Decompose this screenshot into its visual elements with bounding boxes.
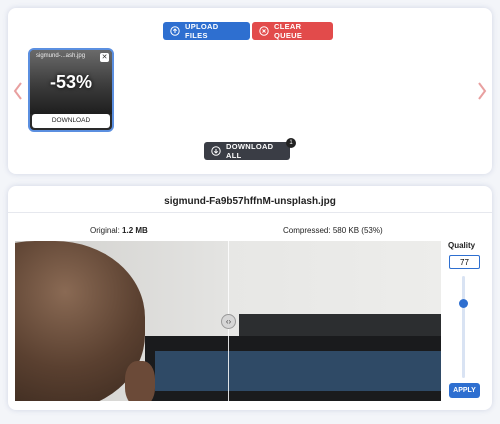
original-label: Original: (90, 226, 120, 235)
clear-queue-button[interactable]: CLEAR QUEUE (252, 22, 333, 40)
original-size-value: 1.2 MB (122, 226, 148, 235)
download-all-button[interactable]: DOWNLOAD ALL (204, 142, 290, 160)
download-count-badge: 1 (286, 138, 296, 148)
chevron-right-icon[interactable] (476, 81, 488, 101)
divider (8, 212, 492, 213)
photo-screen (155, 351, 441, 391)
compressed-size-stat: Compressed: 580 KB (53%) (283, 226, 383, 235)
upload-files-button[interactable]: UPLOAD FILES (163, 22, 250, 40)
queue-item-thumbnail[interactable]: sigmund-...ash.jpg ✕ -53% DOWNLOAD (28, 48, 114, 132)
queue-panel: UPLOAD FILES CLEAR QUEUE sigmund-...ash.… (8, 8, 492, 174)
compressed-label: Compressed: (283, 226, 331, 235)
download-all-label: DOWNLOAD ALL (226, 142, 274, 160)
thumbnail-filename: sigmund-...ash.jpg (36, 53, 86, 59)
original-size-stat: Original: 1.2 MB (90, 226, 148, 235)
photo-monitor (239, 314, 441, 336)
quality-slider-track[interactable] (462, 276, 465, 378)
chevron-left-icon[interactable] (12, 81, 24, 101)
upload-icon (170, 26, 180, 36)
upload-files-label: UPLOAD FILES (185, 22, 219, 40)
file-title: sigmund-Fa9b57hffnM-unsplash.jpg (164, 196, 336, 207)
apply-button[interactable]: APPLY (449, 383, 480, 398)
compressed-size-value: 580 KB (53%) (332, 226, 383, 235)
quality-slider-thumb[interactable] (459, 299, 468, 308)
image-comparison-viewer[interactable]: ‹› (15, 241, 441, 401)
clear-queue-label: CLEAR QUEUE (274, 22, 303, 40)
comparison-panel: sigmund-Fa9b57hffnM-unsplash.jpg Origina… (8, 186, 492, 410)
quality-input[interactable] (449, 255, 480, 269)
download-icon (211, 146, 221, 156)
clear-icon (259, 26, 269, 36)
compare-handle-icon[interactable]: ‹› (221, 314, 236, 329)
close-icon[interactable]: ✕ (100, 53, 109, 62)
quality-label: Quality (448, 241, 476, 250)
reduction-percent: -53% (49, 72, 93, 92)
thumbnail-download-button[interactable]: DOWNLOAD (32, 114, 110, 128)
photo-person-ear (125, 361, 155, 401)
